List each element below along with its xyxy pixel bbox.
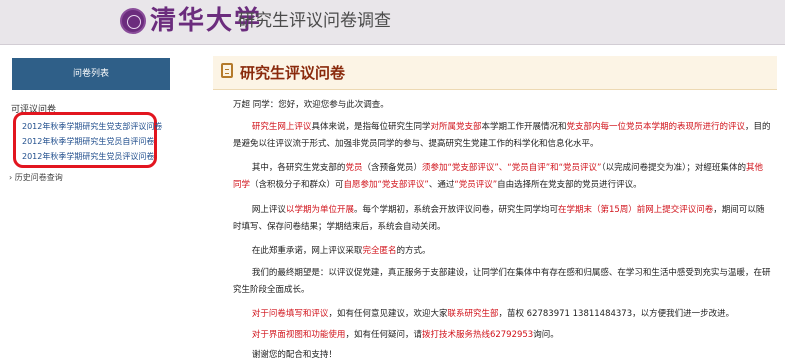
text: 、通过: [428, 180, 455, 190]
text-em: 须参加: [421, 163, 448, 173]
text-em: 拨打技术服务热线62792953: [421, 330, 534, 340]
sidebar: 问卷列表 可评议问卷 2012年秋季学期研究生党支部评议问卷 2012年秋季学期…: [8, 58, 174, 363]
text-em: 完全匿名: [362, 246, 397, 256]
text-em: 对于问卷填写和评议: [251, 309, 329, 319]
text-em: 在学期末（第15周）前网上提交评议问卷: [557, 205, 714, 215]
chevron-right-icon: ›: [9, 173, 13, 182]
survey-link-self[interactable]: 2012年秋季学期研究生党员自评问卷: [22, 136, 154, 147]
system-title: 研究生评议问卷调查: [238, 11, 391, 31]
greeting-text: 万超 同学：您好，欢迎您参与此次调查。: [233, 100, 389, 110]
text: 询问。: [533, 330, 559, 340]
survey-link-members[interactable]: 2012年秋季学期研究生党员评议问卷: [22, 151, 154, 162]
text: 网上评议: [251, 205, 286, 215]
text: ，如有任何意见建议，欢迎大家: [328, 309, 448, 319]
text: 我们的最终期望是：以评议促党建，真正服务于支部建设，让同学们在集体中有存在感和归…: [251, 268, 737, 278]
site-header: 清华大学 研究生评议问卷调查: [0, 0, 785, 45]
text-em: 对所属党支部: [430, 122, 482, 132]
text: 其中，各研究生党支部的: [251, 163, 346, 173]
text: 班集体的: [711, 163, 746, 173]
text: （以完成问卷提交为准）；对經: [601, 163, 712, 173]
survey-links-highlight: 2012年秋季学期研究生党支部评议问卷 2012年秋季学期研究生党员自评问卷 2…: [13, 112, 162, 168]
tsinghua-seal-logo: [120, 8, 146, 34]
text-em: 对于界面视图和功能使用: [251, 330, 346, 340]
text: 。每个学期初，系统会开放评议问卷，研究生同学均可: [353, 205, 558, 215]
text-em: 所进行的评议: [694, 122, 746, 132]
text-em: 党员: [345, 163, 363, 173]
history-label: 历史问卷查询: [14, 173, 63, 182]
survey-link-branch[interactable]: 2012年秋季学期研究生党支部评议问卷: [22, 121, 162, 132]
text: 的方式。: [396, 246, 431, 256]
feedback-paragraph: 对于问卷填写和评议，如有任何意见建议，欢迎大家联系研究生部，苗权 6278397…: [233, 306, 771, 323]
support-paragraph: 对于界面视图和功能使用，如有任何疑问，请拨打技术服务热线62792953询问。: [233, 327, 771, 344]
page-title: 研究生评议问卷: [240, 64, 346, 82]
text: 谢谢您的配合和支持！: [251, 350, 337, 360]
text-em: 自愿参加“党支部评议”: [343, 180, 429, 190]
text: （含积极分子和群众）可: [250, 180, 344, 190]
text: ，如有任何疑问，请: [345, 330, 422, 340]
text-em: 研究生网上评议: [251, 122, 312, 132]
text: ，苗权 62783971 13811484373，以方便我们进一步改进。: [498, 309, 735, 319]
participation-paragraph: 其中，各研究生党支部的党员（含预备党员）须参加“党支部评议”、“党员自评”和“党…: [233, 160, 771, 194]
expectation-paragraph: 我们的最终期望是：以评议促党建，真正服务于支部建设，让同学们在集体中有存在感和归…: [233, 265, 771, 299]
thanks-text: 谢谢您的配合和支持！: [233, 347, 771, 364]
text: 本学期工作开展情况和: [481, 122, 567, 132]
content-header: 研究生评议问卷: [213, 56, 777, 90]
survey-list-tab[interactable]: 问卷列表: [12, 58, 170, 90]
text-em: “党员评议”: [454, 180, 498, 190]
text-em: 党支部内每一位党员本学期的表现: [566, 122, 694, 132]
text: 自由选择所在党支部的党员进行评议。: [497, 180, 642, 190]
text: ，期间可: [713, 205, 748, 215]
text-em: 以学期为单位开展: [285, 205, 354, 215]
schedule-paragraph: 网上评议以学期为单位开展。每个学期初，系统会开放评议问卷，研究生同学均可在学期末…: [233, 202, 771, 236]
history-link[interactable]: › 历史问卷查询: [9, 172, 63, 183]
document-icon: [221, 63, 233, 78]
text: 在此郑重承诺，网上评议采取: [251, 246, 363, 256]
text: （含预备党员）: [362, 163, 422, 173]
text: 具体来说，是指每位研究生同学: [311, 122, 431, 132]
text-em: 联系研究生部: [447, 309, 499, 319]
main-content: 研究生评议问卷 万超 同学：您好，欢迎您参与此次调查。 研究生网上评议具体来说，…: [213, 56, 777, 363]
anonymity-paragraph: 在此郑重承诺，网上评议采取完全匿名的方式。: [233, 243, 771, 260]
intro-paragraph: 研究生网上评议具体来说，是指每位研究生同学对所属党支部本学期工作开展情况和党支部…: [233, 119, 771, 153]
text-em: “党支部评议”、“党员自评”和“党员评议”: [447, 163, 602, 173]
